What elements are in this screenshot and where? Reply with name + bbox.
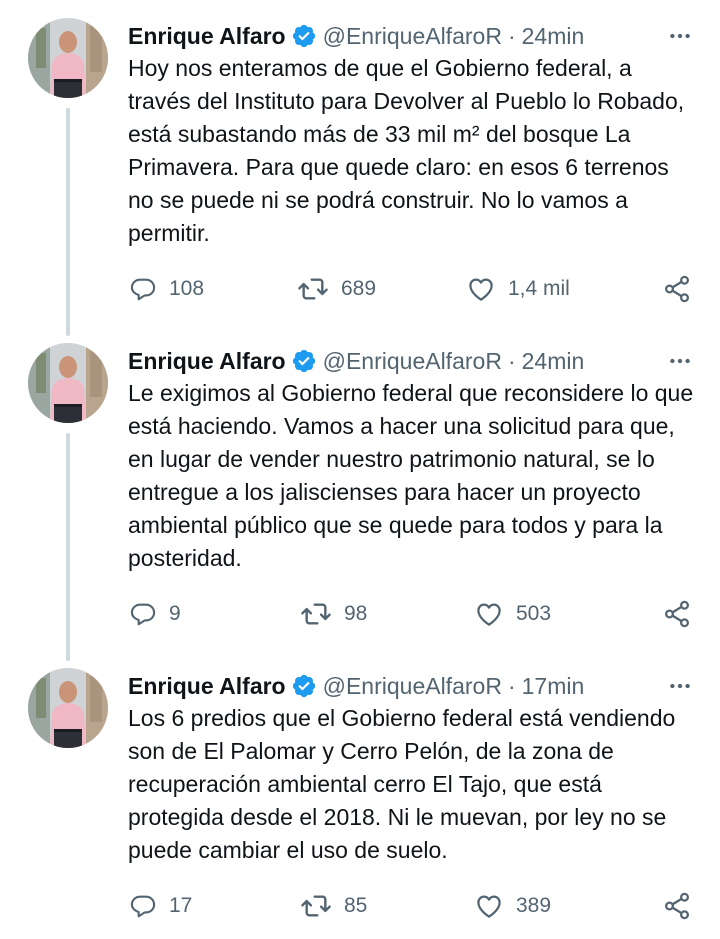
tweet[interactable]: Enrique Alfaro @EnriqueAlfaroR · 24min H… (0, 0, 720, 325)
separator: · (507, 672, 516, 699)
reply-count: 9 (169, 602, 181, 625)
share-button[interactable] (662, 886, 692, 926)
avatar[interactable] (28, 668, 108, 748)
reply-count: 108 (169, 277, 205, 300)
reply-button[interactable]: 108 (129, 269, 204, 309)
like-count: 1,4 mil (508, 277, 570, 300)
heart-icon (474, 599, 504, 629)
like-button[interactable]: 389 (474, 886, 551, 926)
more-options-icon[interactable] (664, 347, 696, 375)
tweet-text: Los 6 predios que el Gobierno federal es… (128, 705, 676, 863)
timestamp[interactable]: 24min (522, 348, 585, 375)
tweet-text: Le exigimos al Gobierno federal que reco… (128, 380, 694, 571)
retweet-button[interactable]: 689 (297, 269, 376, 309)
tweet-header: Enrique Alfaro @EnriqueAlfaroR · 17min (128, 670, 696, 702)
avatar[interactable] (28, 18, 108, 98)
retweet-count: 85 (344, 894, 368, 917)
reply-icon (129, 892, 157, 920)
author-name[interactable]: Enrique Alfaro (128, 348, 286, 375)
tweet-header: Enrique Alfaro @EnriqueAlfaroR · 24min (128, 20, 696, 52)
like-count: 503 (516, 602, 552, 625)
retweet-button[interactable]: 98 (300, 594, 367, 634)
author-name[interactable]: Enrique Alfaro (128, 673, 286, 700)
reply-button[interactable]: 9 (129, 594, 181, 634)
retweet-count: 98 (344, 602, 368, 625)
tweet-text: Hoy nos enteramos de que el Gobierno fed… (128, 55, 685, 246)
author-name[interactable]: Enrique Alfaro (128, 23, 286, 50)
more-options-icon[interactable] (664, 22, 696, 50)
avatar[interactable] (28, 343, 108, 423)
verified-badge-icon (291, 23, 317, 49)
reply-icon (129, 600, 157, 628)
like-count: 389 (516, 894, 552, 917)
retweet-count: 689 (341, 277, 377, 300)
author-handle[interactable]: @EnriqueAlfaroR (323, 23, 502, 50)
timestamp[interactable]: 24min (522, 23, 585, 50)
share-icon (662, 891, 692, 921)
author-handle[interactable]: @EnriqueAlfaroR (323, 673, 502, 700)
like-button[interactable]: 1,4 mil (466, 269, 570, 309)
tweet[interactable]: Enrique Alfaro @EnriqueAlfaroR · 24min L… (0, 325, 720, 650)
share-button[interactable] (662, 594, 692, 634)
tweet-actions: 9 98 503 (0, 594, 720, 634)
retweet-button[interactable]: 85 (300, 886, 367, 926)
reply-count: 17 (169, 894, 193, 917)
share-button[interactable] (662, 269, 692, 309)
share-icon (662, 274, 692, 304)
author-handle[interactable]: @EnriqueAlfaroR (323, 348, 502, 375)
more-options-icon[interactable] (664, 672, 696, 700)
tweet-actions: 108 689 1,4 mil (0, 269, 720, 309)
heart-icon (466, 274, 496, 304)
retweet-icon (297, 273, 329, 305)
reply-button[interactable]: 17 (129, 886, 192, 926)
tweet[interactable]: Enrique Alfaro @EnriqueAlfaroR · 17min L… (0, 650, 720, 939)
tweet-actions: 17 85 389 (0, 886, 720, 926)
tweet-header: Enrique Alfaro @EnriqueAlfaroR · 24min (128, 345, 696, 377)
retweet-icon (300, 890, 332, 922)
heart-icon (474, 891, 504, 921)
retweet-icon (300, 598, 332, 630)
share-icon (662, 599, 692, 629)
separator: · (507, 347, 516, 374)
separator: · (507, 22, 516, 49)
like-button[interactable]: 503 (474, 594, 551, 634)
timestamp[interactable]: 17min (522, 673, 585, 700)
verified-badge-icon (291, 673, 317, 699)
reply-icon (129, 275, 157, 303)
verified-badge-icon (291, 348, 317, 374)
